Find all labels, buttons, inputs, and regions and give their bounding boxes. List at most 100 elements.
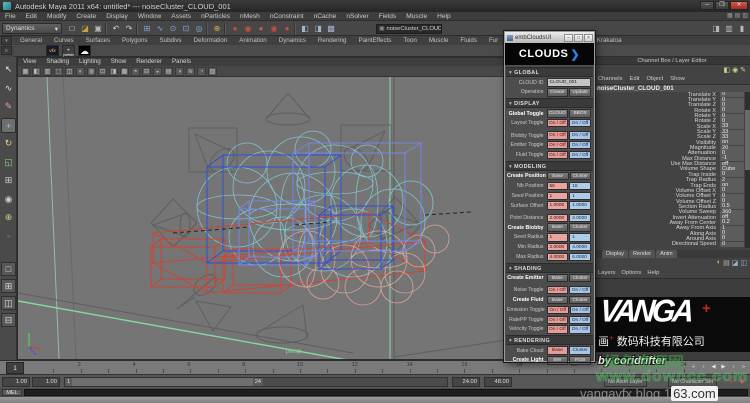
layout-four-pane-button[interactable]: ⊞ [1, 279, 16, 293]
show-manip-tool[interactable]: ⊕ [1, 210, 16, 225]
value-field-min-radius[interactable]: 2.0000 [547, 243, 569, 251]
character-set-button[interactable]: No Character Set [668, 377, 717, 387]
action-button-ratepp-toggle[interactable]: On / Off [547, 316, 569, 324]
show-attributeeditor-icon[interactable]: ▮ [736, 23, 748, 35]
embclouds-titlebar[interactable]: embCloudsUI –□× [505, 32, 594, 43]
snap-point-icon[interactable]: ⊙ [167, 23, 179, 35]
shelf-tab-fur[interactable]: Fur [483, 36, 504, 45]
panel-menu-renderer[interactable]: Renderer [131, 58, 167, 66]
panel-menu-panels[interactable]: Panels [167, 58, 196, 66]
value-field-surface-offset[interactable]: 1.0000 [547, 201, 569, 209]
scale-tool[interactable]: ◱ [1, 155, 16, 170]
channel-box-object-name[interactable]: noiseCluster_CLOUD_001 [594, 84, 750, 92]
menu-nsolver[interactable]: nSolver [341, 13, 373, 20]
ipr-render-icon[interactable]: ◨ [312, 23, 324, 35]
playback-start-field[interactable]: 1.00 [32, 377, 60, 387]
anim-start-field[interactable]: 1.00 [2, 377, 30, 387]
action-button-velocity-toggle[interactable]: On / Off [547, 325, 569, 333]
cw-close-button[interactable]: × [584, 34, 593, 42]
shelf-tab-curves[interactable]: Curves [48, 36, 80, 45]
menu-help[interactable]: Help [432, 13, 456, 20]
action-button-create-emitter[interactable]: Base [547, 274, 569, 282]
action-button-blobby-toggle[interactable]: On / Off [547, 131, 569, 139]
layout-two-pane-side-button[interactable]: ◫ [1, 296, 16, 310]
save-scene-icon[interactable]: ▣ [92, 23, 104, 35]
snap-center-icon[interactable]: ◎ [193, 23, 205, 35]
select-tool[interactable]: ↖ [1, 62, 16, 77]
lasso-tool[interactable]: ∿ [1, 81, 16, 96]
shelf-tab-krakatoa[interactable]: Krakatoa [591, 36, 628, 45]
menu-display[interactable]: Display [101, 13, 133, 20]
channel-value[interactable]: 0 [720, 242, 744, 247]
value-field-nb-position[interactable]: 56 [547, 182, 569, 190]
shelf-tab-animation[interactable]: Animation [233, 36, 273, 45]
menu-modify[interactable]: Modify [42, 13, 71, 20]
cw-minimize-button[interactable]: – [564, 34, 573, 42]
layer-new-icon[interactable]: ◐ [717, 259, 721, 267]
value-field-point-distance[interactable]: 2.0000 [569, 214, 591, 222]
value-field-cloud-id[interactable]: CLOUD_001 [547, 78, 591, 86]
shelf-tab-rendering[interactable]: Rendering [312, 36, 353, 45]
value-field-max-radius[interactable]: 6.0000 [569, 253, 591, 261]
dynamics-sphere-icon-4[interactable]: ◉ [268, 23, 280, 35]
action-button-emission-toggle[interactable]: On / Off [547, 306, 569, 314]
menu-file[interactable]: File [0, 13, 21, 20]
shelf-tab-toon[interactable]: Toon [397, 36, 422, 45]
anim-layer-button[interactable]: No Anim Layer [604, 377, 647, 387]
layer-menu-options[interactable]: Options [621, 270, 641, 276]
viewport-toolbar-icon-17[interactable]: ▧ [208, 67, 217, 76]
render-current-icon[interactable]: ◧ [299, 23, 311, 35]
step-back-button[interactable]: ‹ [699, 362, 708, 373]
panel-toggle-icon[interactable]: ▦ [727, 12, 733, 19]
panel-toggle-icon[interactable]: ▤ [735, 12, 741, 19]
action-button-create-blobby[interactable]: Base [547, 223, 569, 231]
viewport-toolbar-icon-5[interactable]: ◐ [76, 67, 85, 76]
action-button-create-light[interactable]: BW [547, 356, 569, 364]
action-button-create-light[interactable]: RGB [569, 356, 591, 364]
action-button-noise-toggle[interactable]: On / Off [547, 286, 569, 294]
shelf-tab-polygons[interactable]: Polygons [116, 36, 153, 45]
action-button-fluid-toggle[interactable]: On / Off [547, 151, 569, 159]
maximize-button[interactable]: ❐ [715, 1, 729, 10]
menu-assets[interactable]: Assets [166, 13, 196, 20]
move-tool[interactable]: + [1, 118, 16, 133]
viewport-toolbar-icon-3[interactable]: ⬚ [54, 67, 63, 76]
shelf-tab-deformation[interactable]: Deformation [188, 36, 234, 45]
action-button-noise-toggle[interactable]: On / Off [569, 286, 591, 294]
viewport-toolbar-icon-2[interactable]: ▥ [43, 67, 52, 76]
playback-end-field[interactable]: 24.00 [452, 377, 480, 387]
channelbox-menu-channels[interactable]: Channels [598, 76, 623, 84]
play-forwards-button[interactable]: ▶ [719, 362, 728, 373]
show-channelbox-icon[interactable]: ◨ [710, 23, 722, 35]
snap-plane-icon[interactable]: ⊡ [180, 23, 192, 35]
value-field-min-radius[interactable]: 4.0000 [569, 243, 591, 251]
section-header-display[interactable]: ▾DISPLAY [506, 98, 593, 108]
action-button-global-toggle[interactable]: BBOX [569, 109, 591, 117]
menu-nconstraint[interactable]: nConstraint [265, 13, 309, 20]
channelbox-menu-object[interactable]: Object [647, 76, 664, 84]
layer-tab-render[interactable]: Render [629, 250, 655, 258]
menu-fields[interactable]: Fields [374, 13, 402, 20]
value-field-seed-radius[interactable]: 1 [569, 233, 591, 241]
viewport-toolbar-icon-9[interactable]: ▩ [120, 67, 129, 76]
section-header-rendering[interactable]: ▾RENDERING [506, 335, 593, 345]
panel-menu-lighting[interactable]: Lighting [74, 58, 106, 66]
shelf-tab-general[interactable]: General [14, 36, 48, 45]
go-to-start-button[interactable]: « [689, 362, 698, 373]
last-tool[interactable]: ◦ [1, 229, 16, 244]
channel-sphere-icon[interactable]: ◉ [730, 67, 738, 74]
minimize-button[interactable]: – [700, 1, 714, 10]
make-live-icon[interactable]: ⊕ [211, 23, 223, 35]
shelf-tab-arrow-button[interactable]: ▾ [1, 36, 12, 45]
viewport-toolbar-icon-16[interactable]: ◔ [197, 67, 206, 76]
mel-toggle-button[interactable]: MEL [2, 389, 22, 396]
panel-menu-view[interactable]: View [18, 58, 41, 66]
shelf-tab-fluids[interactable]: Fluids [454, 36, 483, 45]
action-button-blobby-toggle[interactable]: On / Off [569, 131, 591, 139]
panel-toggle-icon[interactable]: ▥ [742, 12, 748, 19]
menu-ncache[interactable]: nCache [309, 13, 342, 20]
embclouds-window[interactable]: embCloudsUI –□× CLOUDS❯ ▾GLOBALCLOUD IDC… [504, 31, 595, 362]
command-input[interactable] [24, 389, 748, 396]
viewport-toolbar-icon-14[interactable]: ◑ [175, 67, 184, 76]
current-frame-indicator[interactable]: 1 [6, 362, 24, 374]
